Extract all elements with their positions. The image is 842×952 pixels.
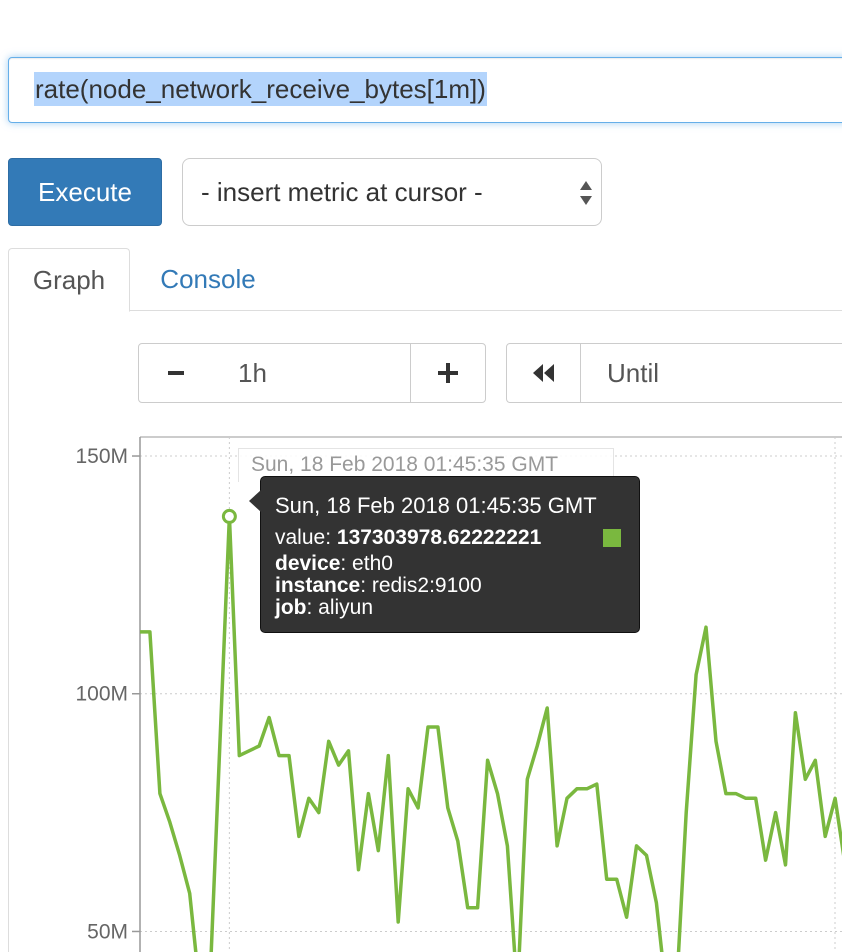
tooltip-date: Sun, 18 Feb 2018 01:45:35 GMT xyxy=(275,493,597,518)
chart-y-axis: 150M 100M 50M xyxy=(75,437,141,952)
prometheus-graph-page: rate(node_network_receive_bytes[1m]) Exe… xyxy=(0,0,842,952)
series-color-swatch xyxy=(603,529,621,547)
y-tick-label: 150M xyxy=(75,445,128,468)
tooltip-value: 137303978.62222221 xyxy=(336,526,542,549)
tooltip-device-value: : eth0 xyxy=(340,552,393,575)
tooltip-instance-value: : redis2:9100 xyxy=(360,574,482,597)
highlighted-data-point[interactable] xyxy=(221,508,237,524)
tooltip-device-row: device: eth0 xyxy=(275,553,393,575)
tooltip-device-key: device xyxy=(275,552,341,575)
tooltip-job-row: job: aliyun xyxy=(275,597,373,619)
tooltip-instance-row: instance: redis2:9100 xyxy=(275,575,482,597)
y-tick-label: 50M xyxy=(87,920,128,943)
tooltip-value-row: value: 137303978.62222221 xyxy=(275,527,541,549)
tooltip-job-key: job xyxy=(275,596,307,619)
tooltip-job-value: : aliyun xyxy=(306,596,374,619)
tooltip-instance-key: instance xyxy=(275,574,361,597)
tooltip-value-key: value: xyxy=(275,526,332,549)
y-tick-label: 100M xyxy=(75,683,128,706)
data-point-tooltip: Sun, 18 Feb 2018 01:45:35 GMT value: 137… xyxy=(249,476,640,633)
